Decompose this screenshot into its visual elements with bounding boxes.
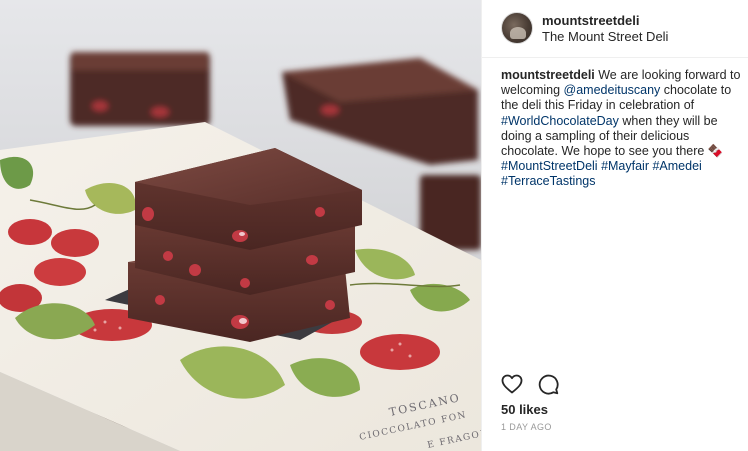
caption-hashtag-terracetastings[interactable]: #TerraceTastings bbox=[501, 174, 596, 188]
likes-count[interactable]: 50 likes bbox=[501, 402, 548, 417]
chocolate-emoji-icon: 🍫 bbox=[707, 144, 724, 159]
post-photo[interactable]: TOSCANO CIOCCOLATO FON E FRAGOL bbox=[0, 0, 481, 451]
caption-username[interactable]: mountstreetdeli bbox=[501, 68, 595, 82]
caption-hashtag-mayfair[interactable]: #Mayfair bbox=[601, 159, 649, 173]
instagram-post: TOSCANO CIOCCOLATO FON E FRAGOL mountstr… bbox=[0, 0, 748, 451]
post-actions bbox=[500, 372, 560, 396]
caption-mention[interactable]: @amedeituscany bbox=[564, 83, 661, 97]
caption-hashtag-mountstreetdeli[interactable]: #MountStreetDeli bbox=[501, 159, 598, 173]
post-caption: mountstreetdeli We are looking forward t… bbox=[501, 68, 743, 190]
comment-icon[interactable] bbox=[536, 372, 560, 396]
caption-hashtag-amedei[interactable]: #Amedei bbox=[652, 159, 701, 173]
header-display-name: The Mount Street Deli bbox=[542, 29, 669, 44]
post-header: mountstreetdeli The Mount Street Deli bbox=[482, 0, 748, 58]
heart-icon[interactable] bbox=[500, 372, 524, 396]
caption-hashtag-worldchocolateday[interactable]: #WorldChocolateDay bbox=[501, 114, 619, 128]
header-username[interactable]: mountstreetdeli bbox=[542, 13, 640, 28]
post-date[interactable]: 1 DAY AGO bbox=[501, 422, 552, 432]
post-side-panel: mountstreetdeli The Mount Street Deli mo… bbox=[481, 0, 748, 451]
chocolate-stack-photo: TOSCANO CIOCCOLATO FON E FRAGOL bbox=[0, 0, 481, 451]
avatar[interactable] bbox=[501, 12, 533, 44]
